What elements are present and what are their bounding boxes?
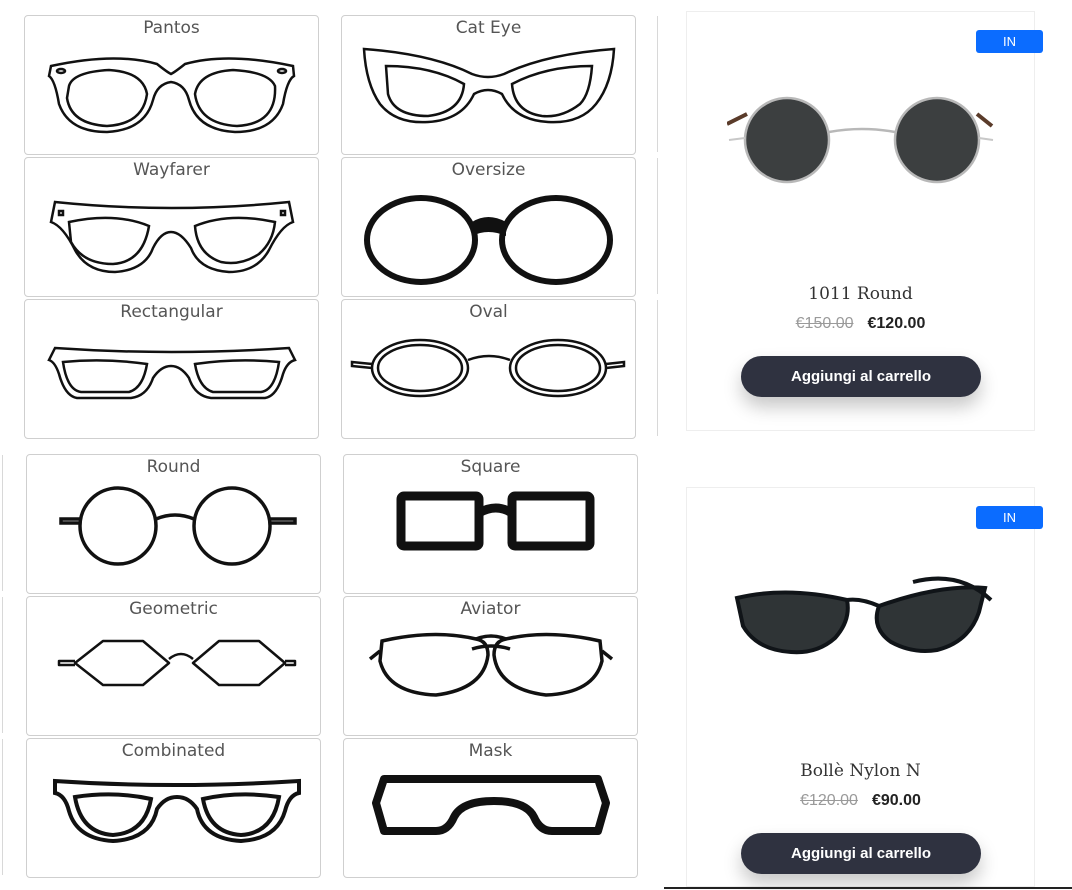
shape-label: Oval	[469, 302, 508, 322]
pantos-glasses-icon	[47, 57, 296, 134]
product-card[interactable]: IN Bollè Nylon N €120.00 €90.00 Aggiungi …	[686, 487, 1043, 887]
shape-tile-wayfarer[interactable]: Wayfarer	[24, 157, 319, 297]
round-sunglasses-photo[interactable]	[727, 92, 997, 212]
shape-tile-square[interactable]: Square	[343, 454, 638, 594]
old-price: €150.00	[795, 315, 854, 332]
divider-line	[657, 158, 658, 294]
square-glasses-icon	[396, 491, 595, 551]
wayfarer-glasses-icon	[49, 200, 295, 274]
divider-line	[657, 300, 658, 436]
divider-line	[657, 16, 658, 152]
price-block: €150.00 €120.00	[687, 315, 1034, 333]
shape-label: Square	[460, 457, 521, 477]
shape-label: Wayfarer	[133, 160, 210, 180]
old-price: €120.00	[800, 792, 858, 809]
shape-label: Aviator	[460, 599, 521, 619]
shape-label: Combinated	[121, 741, 226, 761]
cat-eye-glasses-icon	[362, 47, 616, 124]
shape-tile-cat-eye[interactable]: Cat Eye	[341, 15, 636, 155]
oversize-glasses-icon	[364, 195, 613, 285]
status-badge: IN	[976, 506, 1043, 529]
product-name[interactable]: 1011 Round	[687, 284, 1034, 304]
shape-label: Cat Eye	[455, 18, 522, 38]
rectangular-glasses-icon	[47, 346, 297, 400]
shape-tile-oversize[interactable]: Oversize	[341, 157, 636, 297]
shape-tile-combinated[interactable]: Combinated	[26, 738, 321, 878]
shape-label: Rectangular	[120, 302, 223, 322]
shape-label: Mask	[468, 741, 513, 761]
geometric-glasses-icon	[57, 639, 297, 687]
shape-tile-oval[interactable]: Oval	[341, 299, 636, 439]
shape-tile-geometric[interactable]: Geometric	[26, 596, 321, 736]
shape-label: Pantos	[143, 18, 200, 38]
round-glasses-icon	[59, 486, 297, 566]
shape-tile-rectangular[interactable]: Rectangular	[24, 299, 319, 439]
aviator-glasses-icon	[368, 632, 614, 697]
shape-tile-round[interactable]: Round	[26, 454, 321, 594]
shape-label: Round	[146, 457, 201, 477]
oval-glasses-icon	[350, 338, 626, 398]
current-price: €120.00	[867, 315, 926, 332]
price-block: €120.00 €90.00	[687, 792, 1034, 810]
mask-glasses-icon	[372, 775, 610, 835]
shape-label: Oversize	[451, 160, 526, 180]
shape-tile-mask[interactable]: Mask	[343, 738, 638, 878]
divider-line	[2, 455, 3, 591]
divider-line	[664, 887, 1072, 889]
current-price: €90.00	[871, 792, 921, 809]
product-card[interactable]: IN 1011 Round €150.00 €120.00 Aggiungi al…	[686, 11, 1043, 431]
combinated-glasses-icon	[53, 778, 301, 844]
shape-tile-aviator[interactable]: Aviator	[343, 596, 638, 736]
divider-line	[2, 739, 3, 875]
divider-line	[2, 597, 3, 733]
add-to-cart-button[interactable]: Aggiungi al carrello	[741, 833, 981, 874]
shape-label: Geometric	[129, 599, 218, 619]
product-name[interactable]: Bollè Nylon N	[687, 761, 1034, 781]
shape-tile-pantos[interactable]: Pantos	[24, 15, 319, 155]
bolle-sunglasses-photo[interactable]	[727, 572, 997, 692]
add-to-cart-button[interactable]: Aggiungi al carrello	[741, 356, 981, 397]
status-badge: IN	[976, 30, 1043, 53]
